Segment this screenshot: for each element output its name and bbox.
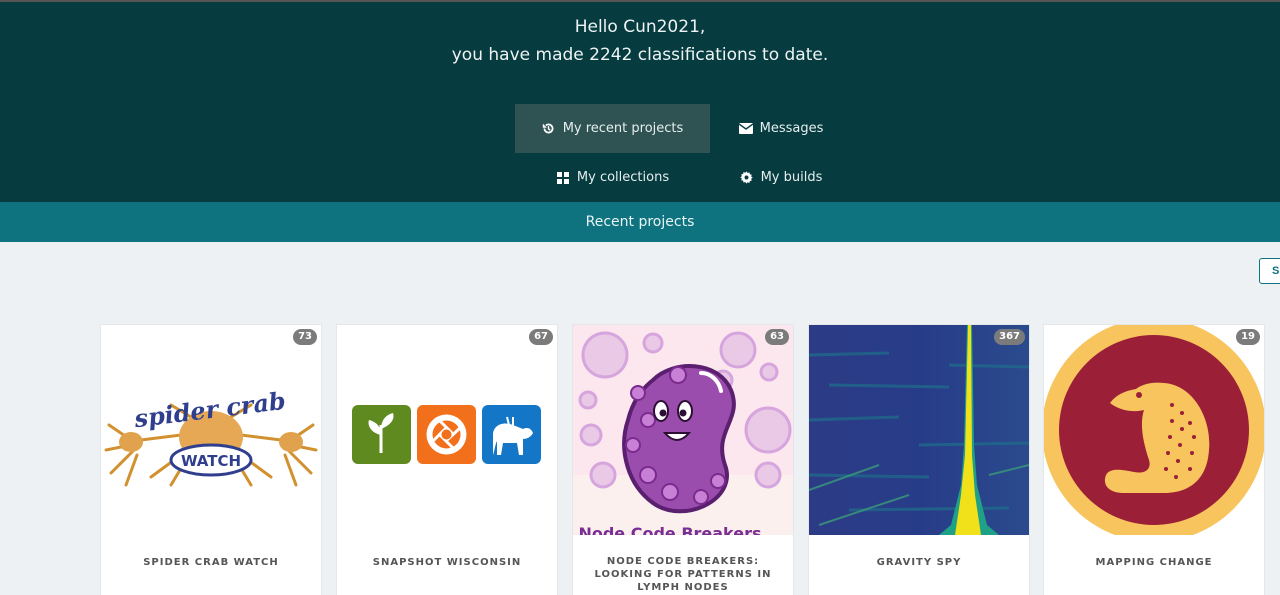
project-card-gravity-spy[interactable]: 367 GRAVITY SPY xyxy=(809,325,1029,595)
my-recent-projects-label: My recent projects xyxy=(562,121,684,136)
mapping-change-logo xyxy=(1044,325,1264,535)
watch-logo-text: WATCH xyxy=(181,452,241,470)
node-code-breakers-image: Node Code Breakers xyxy=(573,325,793,535)
project-card-node-code-breakers[interactable]: Node Code Breakers 63 NODE CODE BREAKERS… xyxy=(573,325,793,595)
project-card-spider-crab-watch[interactable]: spider crab WATCH 73 SPIDER CRAB WATCH xyxy=(101,325,321,595)
classification-count-badge: 67 xyxy=(529,329,553,345)
envelope-icon xyxy=(738,122,753,136)
my-collections-label: My collections xyxy=(576,170,670,185)
messages-button[interactable]: Messages xyxy=(710,104,852,153)
hero-header: Hello Cun2021, you have made 2242 classi… xyxy=(0,0,1280,202)
project-name: GRAVITY SPY xyxy=(876,557,962,568)
grid-icon xyxy=(556,171,570,185)
side-action-button[interactable]: S xyxy=(1259,258,1280,284)
project-name: SNAPSHOT WISCONSIN xyxy=(372,557,522,568)
classification-count-badge: 73 xyxy=(293,329,317,345)
recent-projects-heading: Recent projects xyxy=(0,202,1280,242)
classification-count-badge: 367 xyxy=(994,329,1025,345)
classification-count-badge: 19 xyxy=(1236,329,1260,345)
classification-summary: you have made 2242 classifications to da… xyxy=(451,45,829,65)
greeting-text: Hello Cun2021, xyxy=(574,17,706,37)
project-name: NODE CODE BREAKERS: LOOKING FOR PATTERNS… xyxy=(594,556,772,593)
history-icon xyxy=(542,122,556,136)
my-collections-button[interactable]: My collections xyxy=(515,153,710,202)
gravity-spy-spectrogram xyxy=(809,325,1029,535)
my-builds-label: My builds xyxy=(760,170,823,185)
project-name: SPIDER CRAB WATCH xyxy=(143,557,279,568)
messages-label: Messages xyxy=(759,121,824,136)
project-card-snapshot-wisconsin[interactable]: 67 SNAPSHOT WISCONSIN xyxy=(337,325,557,595)
my-builds-button[interactable]: My builds xyxy=(710,153,852,202)
project-name: MAPPING CHANGE xyxy=(1095,557,1213,568)
classification-count-badge: 63 xyxy=(765,329,789,345)
node-code-breakers-logo-text: Node Code Breakers xyxy=(578,524,761,535)
spider-crab-watch-logo: spider crab WATCH xyxy=(101,325,321,535)
project-card-mapping-change[interactable]: 19 MAPPING CHANGE xyxy=(1044,325,1264,595)
my-recent-projects-button[interactable]: My recent projects xyxy=(515,104,710,153)
gear-icon xyxy=(740,171,754,185)
snapshot-wisconsin-logo xyxy=(337,325,557,535)
